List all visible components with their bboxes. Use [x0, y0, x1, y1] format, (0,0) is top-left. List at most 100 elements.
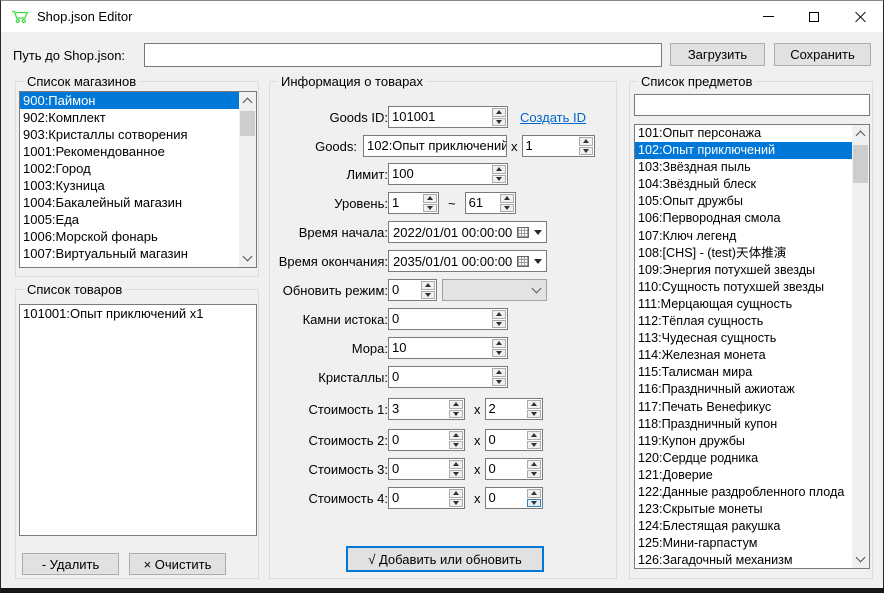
spin-down-button[interactable]: [492, 320, 506, 329]
add-or-update-button[interactable]: √ Добавить или обновить: [346, 546, 544, 572]
item-list-item[interactable]: 103:Звёздная пыль: [635, 159, 852, 176]
shop-list-item[interactable]: 902:Комплект: [20, 109, 239, 126]
item-list-item[interactable]: 109:Энергия потухшей звезды: [635, 262, 852, 279]
item-list-item[interactable]: 122:Данные раздробленного плода: [635, 484, 852, 501]
spin-up-button[interactable]: [492, 165, 506, 174]
limit-spinner[interactable]: 100: [388, 163, 508, 185]
shop-list-item[interactable]: 1007:Виртуальный магазин: [20, 245, 239, 262]
items-scrollbar[interactable]: [852, 125, 869, 568]
item-list-item[interactable]: 117:Печать Венефикус: [635, 399, 852, 416]
path-input[interactable]: [144, 43, 662, 67]
spin-down-button[interactable]: [527, 499, 541, 508]
spin-up-button[interactable]: [492, 310, 506, 319]
crystals-spinner[interactable]: 0: [388, 366, 508, 388]
spin-down-button[interactable]: [492, 378, 506, 387]
shop-goods-list-item[interactable]: 101001:Опыт приключений x1: [20, 305, 256, 323]
spin-up-button[interactable]: [579, 137, 593, 146]
spin-up-button[interactable]: [500, 194, 514, 203]
spin-down-button[interactable]: [449, 470, 463, 479]
cost3-count-spinner[interactable]: 0: [485, 458, 543, 480]
time-end-picker[interactable]: 2035/01/01 00:00:00: [388, 250, 547, 272]
close-button[interactable]: [837, 1, 883, 32]
item-list-item[interactable]: 124:Блестящая ракушка: [635, 518, 852, 535]
shop-list-item[interactable]: 1006:Морской фонарь: [20, 228, 239, 245]
item-list-item[interactable]: 110:Сущность потухшей звезды: [635, 279, 852, 296]
spin-down-button[interactable]: [449, 410, 463, 419]
save-button[interactable]: Сохранить: [774, 43, 871, 66]
scroll-up-button[interactable]: [852, 125, 869, 142]
item-list-item[interactable]: 105:Опыт дружбы: [635, 193, 852, 210]
shop-list-item[interactable]: 1002:Город: [20, 160, 239, 177]
spin-up-button[interactable]: [449, 431, 463, 440]
spin-up-button[interactable]: [527, 489, 541, 498]
refresh-mode-spinner[interactable]: 0: [388, 279, 437, 301]
item-list-item[interactable]: 106:Первородная смола: [635, 210, 852, 227]
create-id-link[interactable]: Создать ID: [520, 110, 586, 125]
spin-up-button[interactable]: [449, 400, 463, 409]
shop-list-item[interactable]: 1001:Рекомендованное: [20, 143, 239, 160]
scrollbar-thumb[interactable]: [240, 111, 255, 136]
items-search-input[interactable]: [634, 94, 870, 116]
spin-down-button[interactable]: [527, 441, 541, 450]
goods-count-spinner[interactable]: 1: [522, 135, 595, 157]
cost1-value-spinner[interactable]: 3: [388, 398, 465, 420]
spin-up-button[interactable]: [492, 339, 506, 348]
minimize-button[interactable]: [745, 1, 791, 32]
refresh-mode-combo[interactable]: [442, 279, 547, 301]
item-list-item[interactable]: 126:Загадочный механизм: [635, 552, 852, 568]
shop-list-item[interactable]: 903:Кристаллы сотворения: [20, 126, 239, 143]
delete-button[interactable]: - Удалить: [22, 553, 119, 575]
item-list-item[interactable]: 123:Скрытые монеты: [635, 501, 852, 518]
spin-up-button[interactable]: [449, 489, 463, 498]
goods-value-field[interactable]: 102:Опыт приключений: [363, 135, 507, 157]
spin-up-button[interactable]: [527, 400, 541, 409]
item-list-item[interactable]: 108:[CHS] - (test)天体推演: [635, 245, 852, 262]
item-list-item[interactable]: 115:Талисман мира: [635, 364, 852, 381]
spin-down-button[interactable]: [492, 349, 506, 358]
spin-down-button[interactable]: [492, 118, 506, 127]
item-list-item[interactable]: 113:Чудесная сущность: [635, 330, 852, 347]
item-list-item[interactable]: 121:Доверие: [635, 467, 852, 484]
scroll-down-button[interactable]: [852, 551, 869, 568]
item-list-item[interactable]: 119:Купон дружбы: [635, 433, 852, 450]
item-list-item[interactable]: 102:Опыт приключений: [635, 142, 852, 159]
load-button[interactable]: Загрузить: [670, 43, 765, 66]
scrollbar-thumb[interactable]: [853, 145, 868, 183]
spin-down-button[interactable]: [579, 147, 593, 156]
item-list-item[interactable]: 118:Праздничный купон: [635, 416, 852, 433]
spin-down-button[interactable]: [421, 291, 435, 300]
shops-scrollbar[interactable]: [239, 92, 256, 267]
primogems-spinner[interactable]: 0: [388, 308, 508, 330]
item-list-item[interactable]: 101:Опыт персонажа: [635, 125, 852, 142]
item-list-item[interactable]: 125:Мини-гарпастум: [635, 535, 852, 552]
spin-up-button[interactable]: [492, 368, 506, 377]
shop-list-item[interactable]: 1005:Еда: [20, 211, 239, 228]
spin-up-button[interactable]: [421, 281, 435, 290]
item-list-item[interactable]: 116:Праздничный ажиотаж: [635, 381, 852, 398]
scroll-up-button[interactable]: [239, 92, 256, 109]
item-list-item[interactable]: 114:Железная монета: [635, 347, 852, 364]
item-list-item[interactable]: 104:Звёздный блеск: [635, 176, 852, 193]
spin-down-button[interactable]: [527, 410, 541, 419]
shop-list-item[interactable]: 1004:Бакалейный магазин: [20, 194, 239, 211]
item-list-item[interactable]: 111:Мерцающая сущность: [635, 296, 852, 313]
level-max-spinner[interactable]: 61: [465, 192, 516, 214]
level-min-spinner[interactable]: 1: [388, 192, 439, 214]
spin-down-button[interactable]: [449, 441, 463, 450]
cost2-count-spinner[interactable]: 0: [485, 429, 543, 451]
cost4-count-spinner[interactable]: 0: [485, 487, 543, 509]
item-list-item[interactable]: 107:Ключ легенд: [635, 228, 852, 245]
cost1-count-spinner[interactable]: 2: [485, 398, 543, 420]
mora-spinner[interactable]: 10: [388, 337, 508, 359]
clear-button[interactable]: × Очистить: [129, 553, 226, 575]
spin-down-button[interactable]: [449, 499, 463, 508]
shop-list-item[interactable]: 1003:Кузница: [20, 177, 239, 194]
shop-list-item[interactable]: 900:Паймон: [20, 92, 239, 109]
scroll-down-button[interactable]: [239, 250, 256, 267]
spin-down-button[interactable]: [527, 470, 541, 479]
spin-up-button[interactable]: [423, 194, 437, 203]
spin-up-button[interactable]: [449, 460, 463, 469]
spin-down-button[interactable]: [423, 204, 437, 213]
spin-up-button[interactable]: [492, 108, 506, 117]
time-start-picker[interactable]: 2022/01/01 00:00:00: [388, 221, 547, 243]
